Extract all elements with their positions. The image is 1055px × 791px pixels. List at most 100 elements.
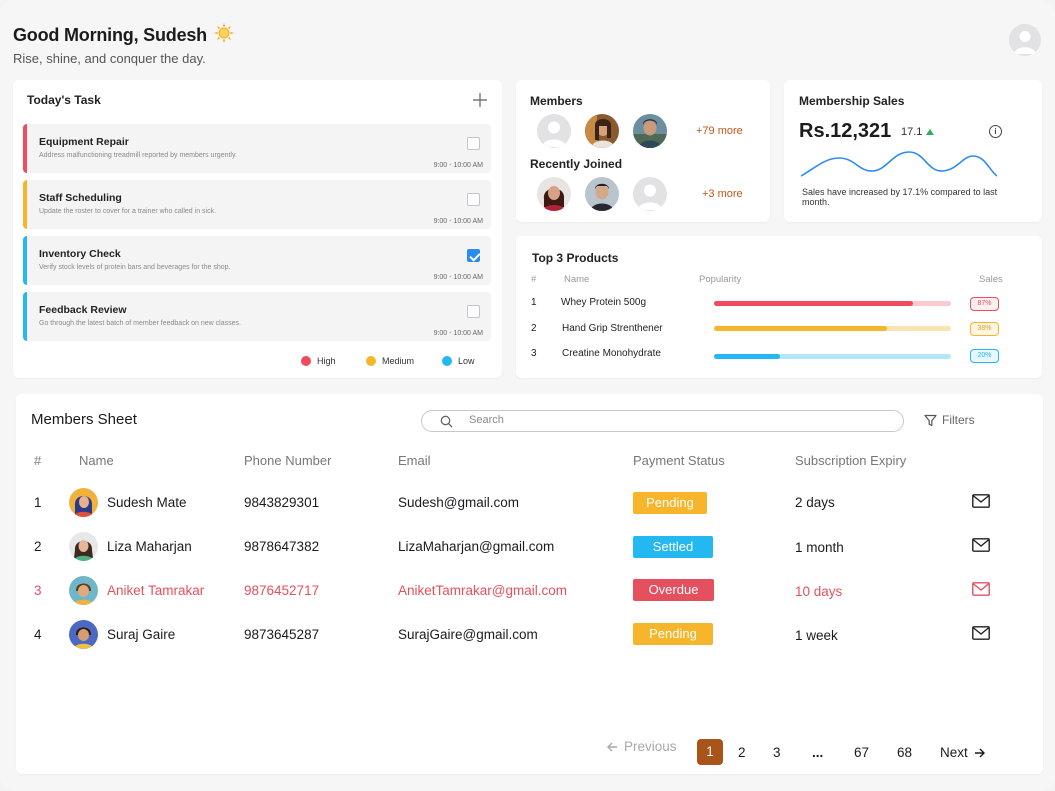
row-email: LizaMaharjan@gmail.com	[398, 539, 555, 554]
filter-icon	[924, 414, 937, 426]
row-phone: 9843829301	[244, 495, 320, 510]
task-title: Staff Scheduling	[39, 192, 122, 204]
high-dot-icon	[301, 356, 311, 366]
search-box[interactable]	[421, 410, 904, 432]
task-checkbox-checked[interactable]	[467, 249, 480, 262]
page-3-button[interactable]: 3	[773, 745, 781, 760]
legend-label: High	[317, 356, 336, 366]
membership-sales-card: Membership Sales Rs.12,321 17.1 i Sales …	[784, 80, 1042, 222]
popularity-bar	[714, 301, 951, 306]
task-checkbox[interactable]	[467, 305, 480, 318]
col-payment: Payment Status	[633, 453, 725, 468]
previous-button[interactable]: Previous	[607, 739, 677, 754]
legend-label: Medium	[382, 356, 415, 366]
next-button[interactable]: Next	[940, 745, 985, 760]
task-description: Address malfunctioning treadmill reporte…	[39, 152, 237, 159]
mail-icon[interactable]	[972, 494, 990, 513]
row-num: 1	[34, 495, 42, 510]
page-68-button[interactable]: 68	[897, 745, 912, 760]
popularity-fill	[714, 354, 781, 359]
page-67-button[interactable]: 67	[854, 745, 869, 760]
mail-icon[interactable]	[972, 538, 990, 557]
search-input[interactable]	[469, 414, 869, 426]
filters-button[interactable]: Filters	[924, 413, 975, 427]
sales-note: Sales have increased by 17.1% compared t…	[802, 187, 998, 207]
user-avatar-icon[interactable]	[1009, 24, 1041, 56]
task-description: Go through the latest batch of member fe…	[39, 320, 241, 327]
plus-icon[interactable]	[473, 90, 487, 113]
dashboard: Good Morning, Sudesh Rise, shine, and co…	[0, 0, 1055, 791]
product-name: Hand Grip Strenthener	[562, 323, 663, 334]
popularity-bar	[714, 354, 951, 359]
low-dot-icon	[442, 356, 452, 366]
legend-medium: Medium	[366, 356, 414, 366]
members-card: Members +79 more Recently Joined +3 more	[516, 80, 770, 222]
col-expiry: Subscription Expiry	[795, 453, 907, 468]
page-ellipsis: ...	[812, 745, 824, 760]
search-icon	[440, 415, 453, 433]
mail-icon[interactable]	[972, 582, 990, 601]
task-item[interactable]: Equipment Repair Address malfunctioning …	[23, 124, 491, 173]
task-item[interactable]: Feedback Review Go through the latest ba…	[23, 292, 491, 341]
task-time: 9:00 - 10:00 AM	[433, 330, 483, 337]
popularity-fill	[714, 301, 914, 306]
greeting: Good Morning, Sudesh	[13, 22, 235, 49]
next-label: Next	[940, 745, 968, 760]
row-phone: 9873645287	[244, 627, 320, 642]
row-expiry: 1 week	[795, 628, 838, 643]
sheet-title: Members Sheet	[31, 411, 137, 428]
info-icon[interactable]: i	[989, 125, 1002, 138]
sales-value: Rs.12,321	[799, 120, 892, 142]
members-sheet-card: Members Sheet Filters # Name Phone Numbe…	[16, 394, 1043, 774]
top-products-card: Top 3 Products # Name Popularity Sales 1…	[516, 236, 1042, 378]
row-email: SurajGaire@gmail.com	[398, 627, 538, 642]
arrow-right-icon	[974, 748, 985, 757]
task-checkbox[interactable]	[467, 137, 480, 150]
medium-dot-icon	[366, 356, 376, 366]
task-item[interactable]: Inventory Check Verify stock levels of p…	[23, 236, 491, 285]
row-phone: 9878647382	[244, 539, 320, 554]
task-title: Inventory Check	[39, 248, 121, 260]
sales-sparkline	[801, 151, 997, 177]
row-avatar	[69, 576, 98, 605]
task-checkbox[interactable]	[467, 193, 480, 206]
mail-icon[interactable]	[972, 626, 990, 645]
member-avatar[interactable]	[585, 114, 619, 148]
members-title: Members	[530, 94, 583, 108]
row-avatar	[69, 532, 98, 561]
recent-member-avatar[interactable]	[633, 177, 667, 211]
task-time: 9:00 - 10:00 AM	[433, 218, 483, 225]
recent-more-link[interactable]: +3 more	[702, 188, 743, 200]
status-badge: Overdue	[633, 579, 714, 601]
member-avatar[interactable]	[537, 114, 571, 148]
recent-member-avatar[interactable]	[585, 177, 619, 211]
page-2-button[interactable]: 2	[738, 745, 746, 760]
col-email: Email	[398, 453, 431, 468]
sales-title: Membership Sales	[799, 94, 905, 108]
members-more-link[interactable]: +79 more	[696, 125, 743, 137]
col-sales: Sales	[979, 274, 1003, 285]
filters-label: Filters	[942, 413, 975, 427]
product-name: Whey Protein 500g	[561, 297, 647, 308]
product-num: 1	[531, 297, 537, 308]
col-name: Name	[79, 453, 114, 468]
trend-up-icon	[926, 129, 935, 135]
status-badge: Settled	[633, 536, 713, 558]
sales-pill: 38%	[970, 322, 999, 336]
popularity-bar	[714, 326, 951, 331]
legend-label: Low	[458, 356, 475, 366]
todays-task-card: Today's Task Equipment Repair Address ma…	[13, 80, 502, 378]
col-name: Name	[564, 274, 590, 285]
page-1-button[interactable]: 1	[697, 739, 723, 765]
member-avatar[interactable]	[633, 114, 667, 148]
task-item[interactable]: Staff Scheduling Update the roster to co…	[23, 180, 491, 229]
recent-member-avatar[interactable]	[537, 177, 571, 211]
row-name: Sudesh Mate	[107, 495, 187, 510]
row-name: Aniket Tamrakar	[107, 583, 205, 598]
task-description: Update the roster to cover for a trainer…	[39, 208, 217, 215]
row-expiry: 1 month	[795, 540, 844, 555]
row-expiry: 10 days	[795, 584, 843, 599]
row-avatar	[69, 488, 98, 517]
row-name: Liza Maharjan	[107, 539, 192, 554]
sales-change: 17.1	[901, 126, 935, 138]
